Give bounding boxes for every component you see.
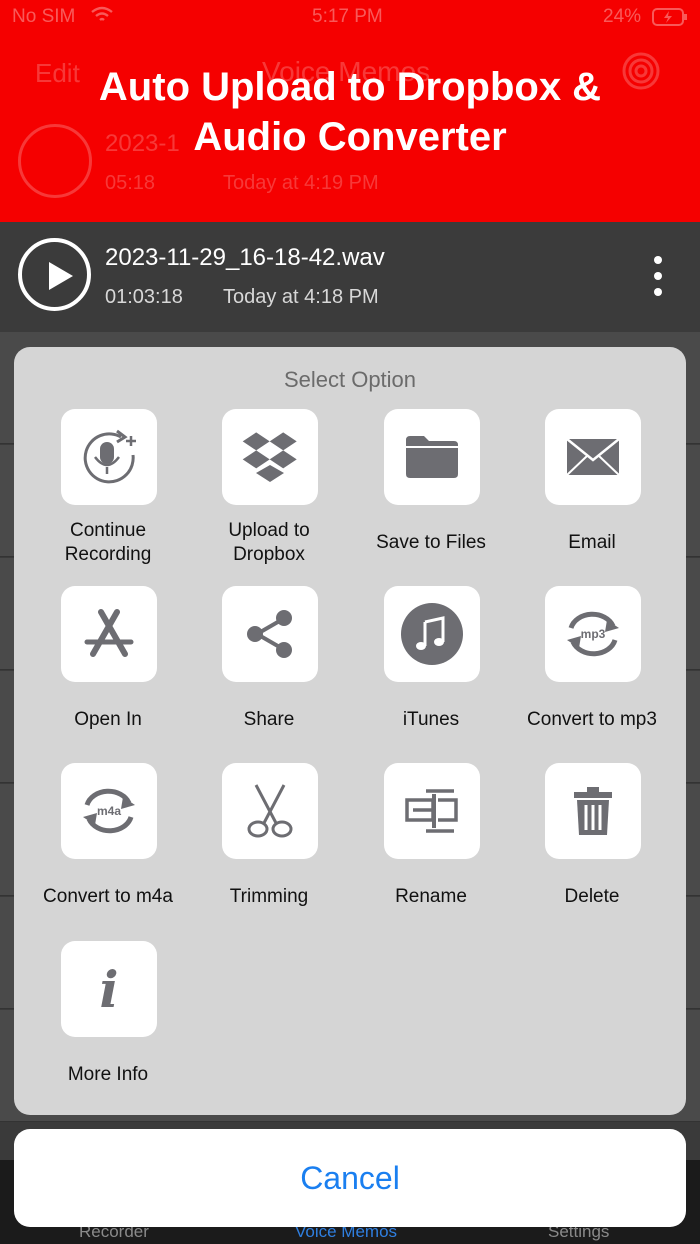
option-icon-tile[interactable]	[384, 409, 480, 505]
ghost-recording-duration: 05:18	[105, 172, 156, 194]
share-icon	[247, 610, 292, 658]
carrier-label: No SIM	[12, 6, 76, 27]
option-label: Delete	[564, 886, 620, 907]
option-icon-tile[interactable]	[545, 763, 641, 859]
folder-icon	[406, 436, 458, 478]
option-icon-tile[interactable]	[222, 763, 318, 859]
option-icon-tile[interactable]: mp3	[545, 586, 641, 682]
mic-continue-icon	[83, 429, 136, 484]
option-label: Rename	[395, 886, 467, 907]
select-option-sheet: Select Option Continue Recording Upload …	[14, 347, 686, 1115]
recording-name: 2023-11-29_16-18-42.wav	[105, 244, 385, 271]
option-label: Convert to m4a	[43, 886, 173, 907]
trash-icon	[574, 787, 612, 835]
option-icon-tile[interactable]	[222, 409, 318, 505]
rename-icon	[405, 789, 458, 833]
promo-banner: No SIM 5:17 PM 24% Edit Voice Memos 2023…	[0, 0, 700, 222]
music-note-icon	[401, 603, 463, 665]
convert-m4a-icon: m4a	[83, 788, 135, 834]
scissors-icon	[247, 784, 293, 838]
option-label: Open In	[74, 709, 142, 730]
recording-row[interactable]: 2023-11-29_16-18-42.wav 01:03:18 Today a…	[0, 222, 700, 332]
option-icon-tile[interactable]	[545, 409, 641, 505]
dropbox-icon	[242, 432, 297, 482]
play-button[interactable]	[18, 238, 91, 311]
option-label: Share	[243, 709, 295, 730]
recording-date: Today at 4:18 PM	[223, 286, 379, 308]
option-label: iTunes	[402, 709, 460, 730]
convert-mp3-icon: mp3	[567, 611, 619, 657]
recording-duration: 01:03:18	[105, 286, 183, 308]
option-icon-tile[interactable]	[61, 409, 157, 505]
clock-label: 5:17 PM	[312, 6, 383, 27]
battery-label: 24%	[603, 6, 642, 27]
more-options-icon[interactable]	[650, 256, 666, 296]
wifi-icon	[90, 6, 114, 30]
option-icon-tile[interactable]: i	[61, 941, 157, 1037]
mp3-badge: mp3	[581, 627, 606, 641]
option-label: Continue Recording	[64, 520, 152, 565]
option-label: Trimming	[229, 886, 309, 907]
option-label: More Info	[67, 1064, 149, 1085]
option-icon-tile[interactable]	[61, 586, 157, 682]
option-icon-tile[interactable]: m4a	[61, 763, 157, 859]
banner-title-line1: Auto Upload to Dropbox &	[98, 65, 602, 109]
banner-title-line2: Audio Converter	[193, 115, 507, 159]
info-icon: i	[99, 959, 119, 1019]
option-icon-tile[interactable]	[384, 763, 480, 859]
option-label: Save to Files	[376, 532, 486, 553]
option-label: Email	[568, 532, 616, 553]
ghost-recording-date: Today at 4:19 PM	[223, 172, 379, 194]
sheet-title: Select Option	[283, 367, 417, 392]
option-icon-tile[interactable]	[222, 586, 318, 682]
envelope-icon	[566, 438, 620, 476]
option-label: Convert to mp3	[527, 709, 657, 730]
app-store-icon	[84, 609, 134, 657]
battery-icon	[652, 8, 688, 32]
m4a-badge: m4a	[97, 804, 121, 818]
option-label: Upload to Dropbox	[228, 520, 310, 565]
cancel-button[interactable]: Cancel	[14, 1129, 686, 1227]
option-icon-tile[interactable]	[384, 586, 480, 682]
banner-title: Auto Upload to Dropbox & Audio Converter	[0, 62, 700, 162]
